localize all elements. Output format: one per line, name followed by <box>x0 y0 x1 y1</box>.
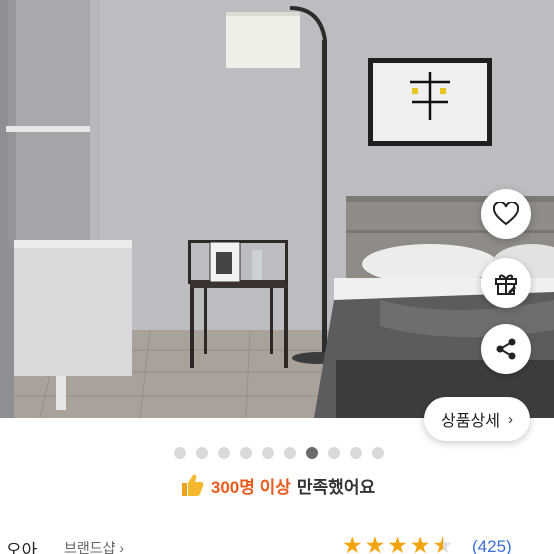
carousel-dot[interactable] <box>173 447 186 459</box>
product-image[interactable] <box>0 0 554 418</box>
carousel-indicator <box>0 447 554 459</box>
carousel-dot[interactable] <box>261 447 274 459</box>
carousel-dot[interactable] <box>305 447 318 459</box>
carousel-dot[interactable] <box>283 447 296 459</box>
carousel-dot[interactable] <box>327 447 340 459</box>
brand-shop-label: 브랜드샵 <box>64 540 116 554</box>
carousel-dot[interactable] <box>349 447 362 459</box>
thumbs-up-icon <box>181 474 204 496</box>
star-icon: ★ <box>387 532 408 554</box>
seller-rating-row: 오아 브랜드샵 › ★ ★ ★ ★ ★ (425) <box>0 532 554 554</box>
chevron-right-icon: › <box>119 540 125 554</box>
carousel-dot[interactable] <box>195 447 208 459</box>
share-button[interactable] <box>481 324 531 374</box>
brand-shop-link[interactable]: 브랜드샵 › <box>64 538 124 554</box>
product-detail-button[interactable]: 상품상세 › <box>424 397 530 441</box>
brand-name[interactable]: 오아 <box>6 536 37 554</box>
carousel-dot[interactable] <box>371 447 384 459</box>
gift-button[interactable] <box>481 258 531 308</box>
carousel-dot[interactable] <box>217 447 230 459</box>
star-icon: ★ <box>364 532 386 554</box>
star-icon: ★ <box>342 532 363 554</box>
gift-icon <box>495 274 517 295</box>
wishlist-button[interactable] <box>481 189 531 239</box>
rating-stars: ★ ★ ★ ★ ★ <box>342 534 453 554</box>
satisfaction-count: 300명 이상 <box>210 477 291 497</box>
chevron-right-icon: › <box>507 410 513 428</box>
share-icon <box>496 338 516 360</box>
review-count-link[interactable]: (425) <box>472 537 512 554</box>
star-icon: ★ <box>433 534 454 554</box>
satisfaction-text: 만족했어요 <box>296 477 376 497</box>
satisfaction-banner: 300명 이상 만족했어요 <box>0 472 554 498</box>
star-icon: ★ <box>409 532 431 554</box>
bedroom-photo <box>0 0 554 418</box>
heart-icon <box>493 202 519 226</box>
carousel-dot[interactable] <box>239 447 252 459</box>
product-detail-label: 상품상세 <box>441 413 500 430</box>
